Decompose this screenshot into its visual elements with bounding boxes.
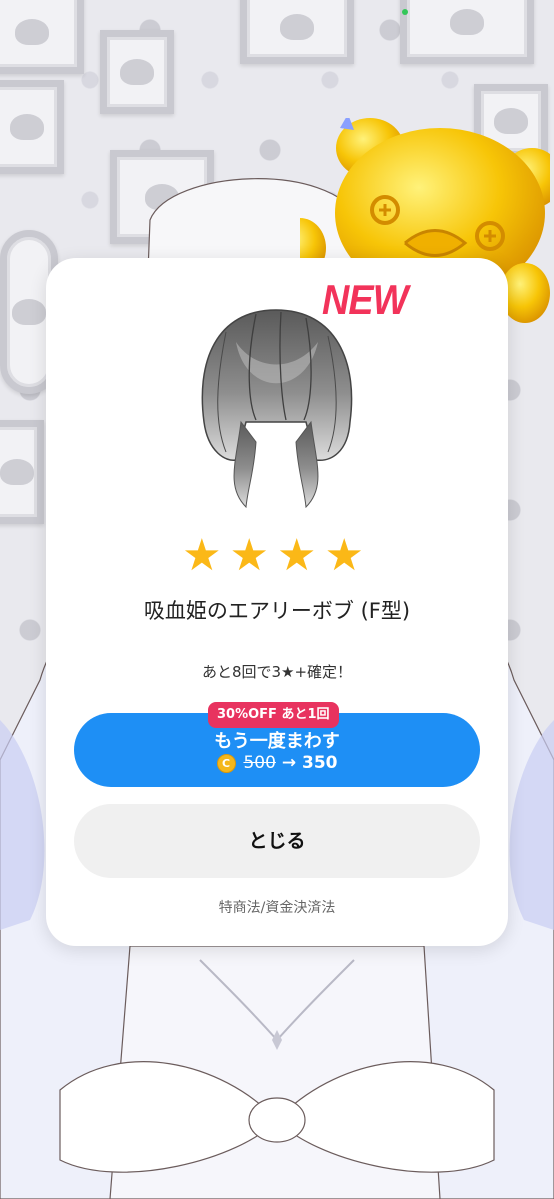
coin-icon: C (216, 754, 236, 773)
price-row: C 500 → 350 (74, 753, 480, 773)
close-button[interactable]: とじる (74, 804, 480, 878)
spin-again-label: もう一度まわす (214, 731, 340, 752)
star-icon: ★ (229, 530, 277, 581)
gacha-result-modal: NEW ★★★★ 吸血姫のエアリーボブ (F型) あと8回で3★+確定！ 30%… (46, 258, 508, 946)
discounted-price: 350 (301, 753, 338, 773)
wall-frame (0, 0, 84, 74)
status-indicator-dot (402, 9, 408, 15)
guarantee-text: あと8回で3★+確定！ (201, 663, 353, 681)
wall-frame (400, 0, 534, 64)
rarity-stars: ★★★★ (46, 534, 508, 578)
item-name: 吸血姫のエアリーボブ (F型) (143, 599, 411, 623)
price-arrow: → (281, 753, 297, 773)
original-price: 500 (243, 753, 276, 773)
discount-badge: 30%OFF あと1回 (208, 702, 339, 728)
wall-frame (100, 30, 174, 114)
legal-link[interactable]: 特商法/資金決済法 (46, 897, 508, 917)
wall-frame (240, 0, 354, 64)
hair-item-image (201, 309, 353, 509)
star-icon: ★ (324, 530, 372, 581)
star-icon: ★ (277, 530, 325, 581)
star-icon: ★ (182, 530, 230, 581)
